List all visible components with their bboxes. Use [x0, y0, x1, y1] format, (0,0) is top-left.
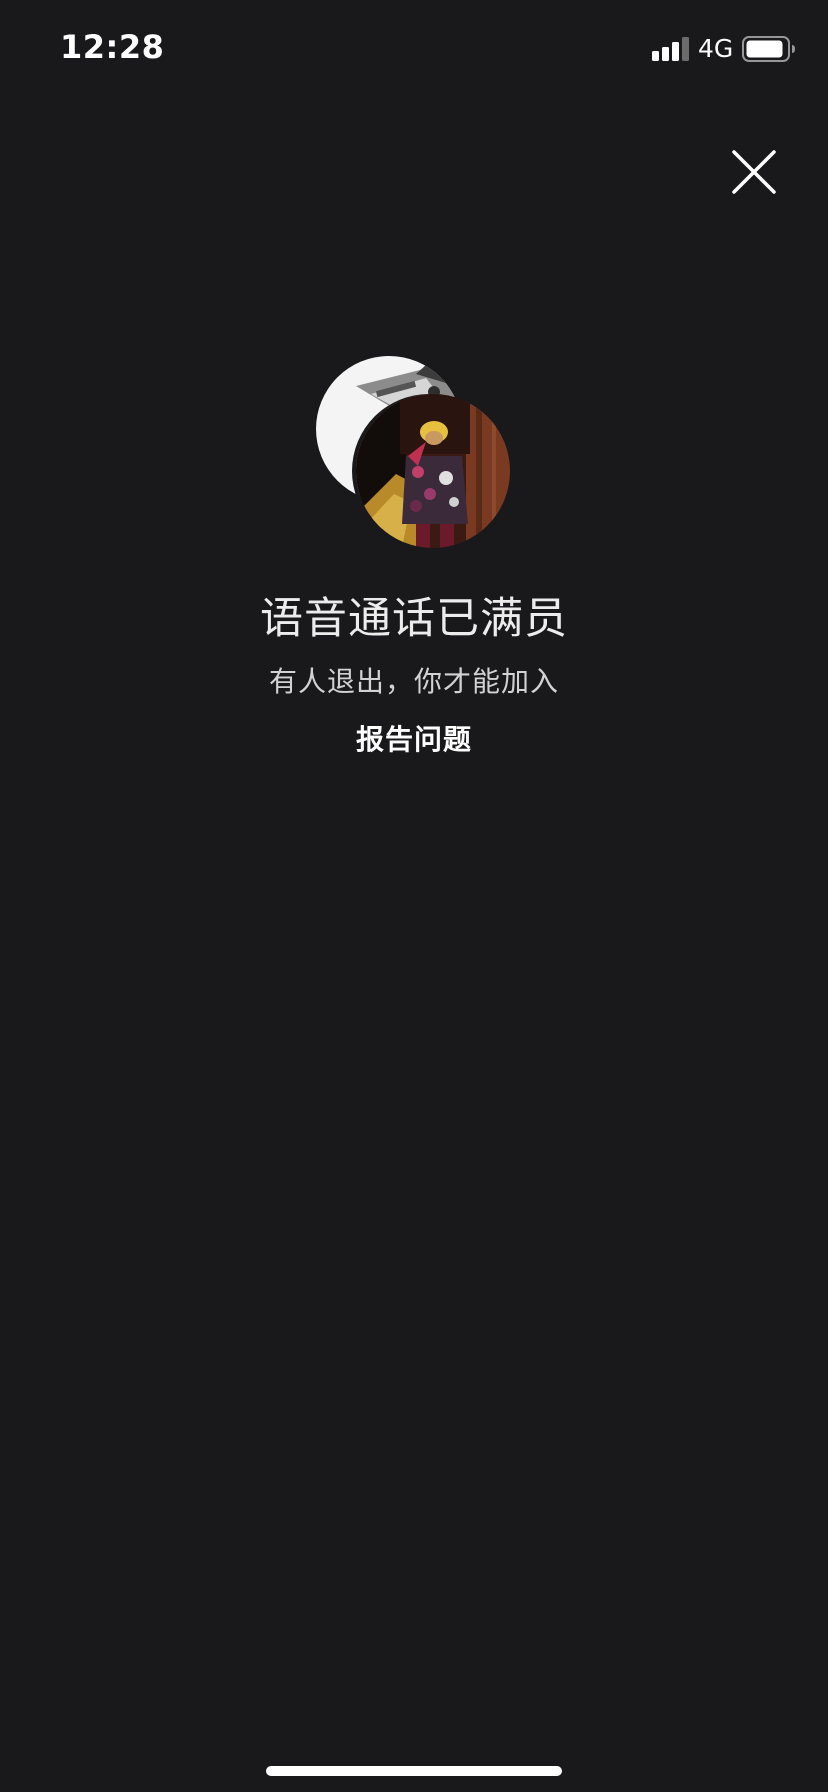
avatar [356, 394, 510, 548]
cellular-signal-icon [652, 37, 689, 61]
status-time: 12:28 [60, 28, 165, 66]
participant-avatars [316, 356, 516, 552]
close-icon [732, 150, 776, 194]
home-indicator[interactable] [266, 1766, 562, 1776]
subtitle-text: 有人退出，你才能加入 [268, 665, 559, 698]
report-problem-link[interactable]: 报告问题 [0, 718, 828, 758]
network-type: 4G [698, 34, 734, 63]
status-bar: 12:28 4G [0, 0, 828, 100]
page-title: 语音通话已满员 [260, 594, 568, 644]
battery-icon [742, 36, 795, 62]
close-button[interactable] [728, 146, 780, 198]
